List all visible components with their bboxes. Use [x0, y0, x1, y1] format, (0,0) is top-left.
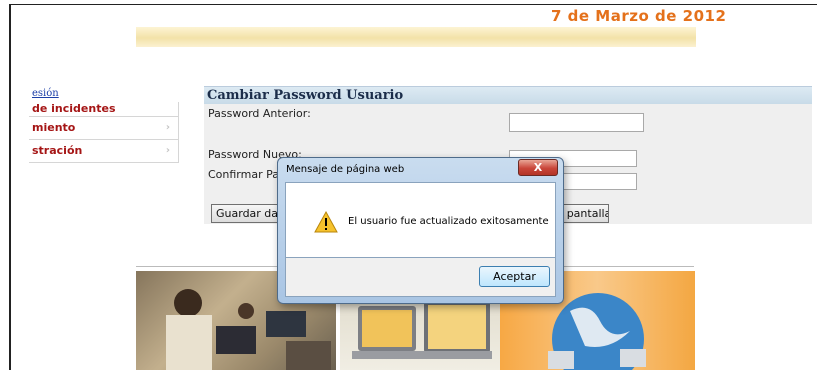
- message-dialog: Mensaje de página web X El usuario fue a…: [277, 157, 564, 304]
- old-password-label: Password Anterior:: [208, 107, 311, 120]
- sidebar-item-mantenimiento[interactable]: miento ›: [29, 117, 179, 140]
- warning-icon: [314, 210, 338, 233]
- sidebar-item-label: stración: [32, 144, 83, 157]
- sidebar-item-incidentes[interactable]: de incidentes: [29, 102, 179, 117]
- panel-title: Cambiar Password Usuario: [204, 86, 812, 104]
- header-date: 7 de Marzo de 2012: [551, 7, 727, 25]
- dialog-body: El usuario fue actualizado exitosamente: [285, 182, 556, 258]
- browser-content: 7 de Marzo de 2012 esión de incidentes m…: [9, 4, 817, 370]
- header-banner: [136, 27, 696, 47]
- dialog-footer: Aceptar: [285, 258, 556, 297]
- sidebar-menu: de incidentes miento › stración ›: [29, 102, 179, 163]
- chevron-right-icon: ›: [165, 122, 170, 133]
- ok-button[interactable]: Aceptar: [479, 266, 550, 287]
- session-link[interactable]: esión: [32, 88, 59, 99]
- dialog-title: Mensaje de página web: [286, 164, 405, 175]
- close-icon: X: [533, 161, 543, 174]
- sidebar-item-label: de incidentes: [32, 102, 116, 115]
- old-password-input[interactable]: [509, 113, 644, 132]
- chevron-right-icon: ›: [165, 145, 170, 156]
- sidebar-item-label: miento: [32, 121, 76, 134]
- close-button[interactable]: X: [518, 159, 558, 176]
- sidebar-item-administracion[interactable]: stración ›: [29, 140, 179, 163]
- dialog-message: El usuario fue actualizado exitosamente: [348, 216, 549, 227]
